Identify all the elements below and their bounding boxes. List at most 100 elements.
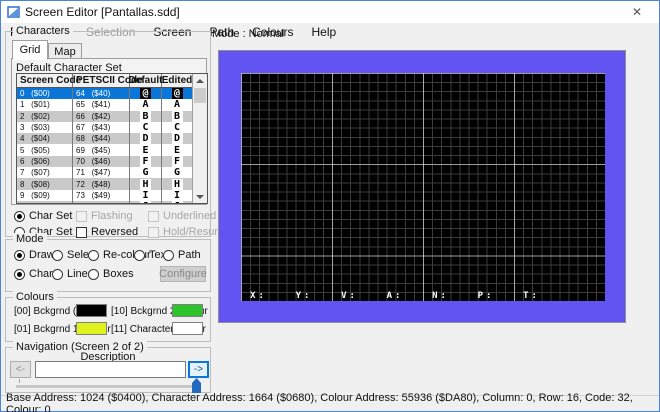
- app-icon: [7, 5, 20, 18]
- scrollbar-thumb[interactable]: [194, 88, 206, 103]
- radio-label: Path: [178, 249, 201, 261]
- close-button[interactable]: ✕: [615, 1, 659, 23]
- mode-group-label: Mode: [13, 233, 47, 245]
- cell-screen-code: 1 ($01): [17, 99, 73, 111]
- cell-edited-glyph: G: [162, 167, 192, 179]
- checkbox-reversed[interactable]: Reversed: [76, 226, 138, 238]
- cell-screen-code: 9 ($09): [17, 189, 73, 201]
- cell-screen-code: 6 ($06): [17, 155, 73, 168]
- cell-petscii-code: 68 ($44): [73, 133, 130, 145]
- radio-icon: [134, 249, 145, 261]
- scroll-down-icon[interactable]: [193, 190, 207, 203]
- radio-label: Boxes: [103, 268, 134, 280]
- cell-petscii-code: 65 ($41): [73, 99, 130, 111]
- table-row[interactable]: 5 ($05) 69 ($45) E E: [17, 144, 207, 156]
- cell-screen-code: 5 ($05): [17, 144, 73, 156]
- cell-edited-glyph: E: [162, 144, 192, 156]
- canvas-mode-label: Mode : Normal: [212, 28, 285, 40]
- cell-edited-glyph: @: [162, 88, 192, 100]
- checkbox-underlined: Underlined: [148, 210, 216, 222]
- swatch-character-colour[interactable]: [172, 322, 203, 335]
- cell-petscii-code: 71 ($47): [73, 167, 130, 179]
- cell-default-glyph: J: [130, 200, 162, 203]
- cell-petscii-code: 72 ($48): [73, 178, 130, 190]
- radio-icon: [163, 249, 174, 261]
- swatch-bckgrnd-1[interactable]: [76, 322, 107, 335]
- checkbox-icon: [148, 210, 159, 222]
- cell-edited-glyph: F: [162, 155, 192, 167]
- radio-label: Draw: [29, 249, 55, 261]
- cell-screen-code: 8 ($08): [17, 178, 73, 190]
- tab-grid[interactable]: Grid: [12, 40, 48, 60]
- cell-screen-code: 2 ($02): [17, 110, 73, 122]
- radio-draw[interactable]: Draw: [14, 249, 55, 261]
- cell-petscii-code: 73 ($49): [73, 189, 130, 201]
- hud-label: T:: [523, 291, 540, 301]
- scroll-up-icon[interactable]: [193, 74, 207, 87]
- cell-default-glyph: @: [130, 88, 162, 100]
- cell-edited-glyph: A: [162, 99, 192, 111]
- radio-path[interactable]: Path: [163, 249, 201, 261]
- radio-char-set-1[interactable]: Char Set 1: [14, 210, 82, 222]
- characters-group: Characters Grid Map Default Character Se…: [5, 25, 230, 238]
- table-row[interactable]: 9 ($09) 73 ($49) I I: [17, 189, 207, 201]
- table-row[interactable]: 6 ($06) 70 ($46) F F: [17, 155, 207, 168]
- radio-icon: [14, 249, 25, 261]
- cell-default-glyph: G: [130, 167, 162, 179]
- radio-boxes[interactable]: Boxes: [88, 268, 134, 280]
- character-table-header: Screen Code PETSCII Code Default Edited: [17, 74, 207, 88]
- cell-screen-code: 7 ($07): [17, 167, 73, 179]
- col-default: Default: [128, 74, 163, 87]
- cell-petscii-code: 64 ($40): [73, 88, 130, 100]
- prev-screen-button[interactable]: <-: [10, 361, 31, 378]
- swatch-bckgrnd-erase[interactable]: [76, 304, 107, 317]
- title-bar: Screen Editor [Pantallas.sdd] ✕: [1, 1, 659, 23]
- table-row[interactable]: 0 ($00) 64 ($40) @ @: [17, 88, 207, 100]
- cell-petscii-code: 67 ($43): [73, 121, 130, 134]
- checkbox-flashing: Flashing: [76, 210, 133, 222]
- cell-default-glyph: I: [130, 189, 162, 201]
- cell-petscii-code: 74 ($4A): [73, 200, 130, 203]
- hud-label: A:: [386, 291, 404, 301]
- radio-icon: [88, 249, 99, 261]
- table-row[interactable]: 10 ($0A) 74 ($4A) J J: [17, 200, 207, 203]
- cell-edited-glyph: B: [162, 110, 192, 122]
- configure-button: Configure: [159, 266, 207, 282]
- table-row[interactable]: 1 ($01) 65 ($41) A A: [17, 99, 207, 111]
- hud-label: X:: [250, 291, 267, 301]
- cell-default-glyph: E: [130, 144, 162, 156]
- description-input[interactable]: [35, 361, 186, 378]
- table-row[interactable]: 4 ($04) 68 ($44) D D: [17, 133, 207, 145]
- colours-group-label: Colours: [13, 291, 57, 303]
- cell-edited-glyph: I: [162, 189, 192, 201]
- table-row[interactable]: 2 ($02) 66 ($42) B B: [17, 110, 207, 122]
- radio-icon: [52, 268, 63, 280]
- screen-slider[interactable]: [16, 385, 200, 388]
- status-bar: Base Address: 1024 ($0400), Character Ad…: [1, 391, 659, 412]
- character-table: Screen Code PETSCII Code Default Edited …: [16, 73, 208, 204]
- cell-edited-glyph: J: [162, 201, 192, 203]
- table-row[interactable]: 3 ($03) 67 ($43) C C: [17, 121, 207, 134]
- table-row[interactable]: 7 ($07) 71 ($47) G G: [17, 167, 207, 179]
- table-scrollbar[interactable]: [192, 74, 207, 203]
- characters-group-label: Characters: [13, 25, 73, 37]
- cell-edited-glyph: D: [162, 133, 192, 145]
- checkbox-icon: [76, 210, 87, 222]
- hud-label: Y:: [295, 291, 313, 301]
- status-text: Base Address: 1024 ($0400), Character Ad…: [6, 391, 633, 412]
- screen-border: X: Y: V: A: N: P: T:: [218, 50, 626, 323]
- screen-editing-grid[interactable]: X: Y: V: A: N: P: T:: [241, 73, 605, 301]
- cell-edited-glyph: H: [162, 178, 192, 190]
- cell-default-glyph: C: [130, 121, 162, 134]
- checkbox-icon: [76, 226, 87, 238]
- cell-default-glyph: A: [130, 99, 162, 111]
- checkbox-label: Flashing: [91, 210, 133, 222]
- table-row[interactable]: 8 ($08) 72 ($48) H H: [17, 178, 207, 190]
- radio-icon: [52, 249, 63, 261]
- cell-screen-code: 4 ($04): [17, 133, 73, 145]
- menu-help[interactable]: Help: [302, 24, 345, 40]
- radio-label: Char Set 1: [29, 210, 82, 222]
- cell-default-glyph: D: [130, 133, 162, 145]
- swatch-bckgrnd-2[interactable]: [172, 304, 203, 317]
- next-screen-button[interactable]: ->: [188, 361, 209, 378]
